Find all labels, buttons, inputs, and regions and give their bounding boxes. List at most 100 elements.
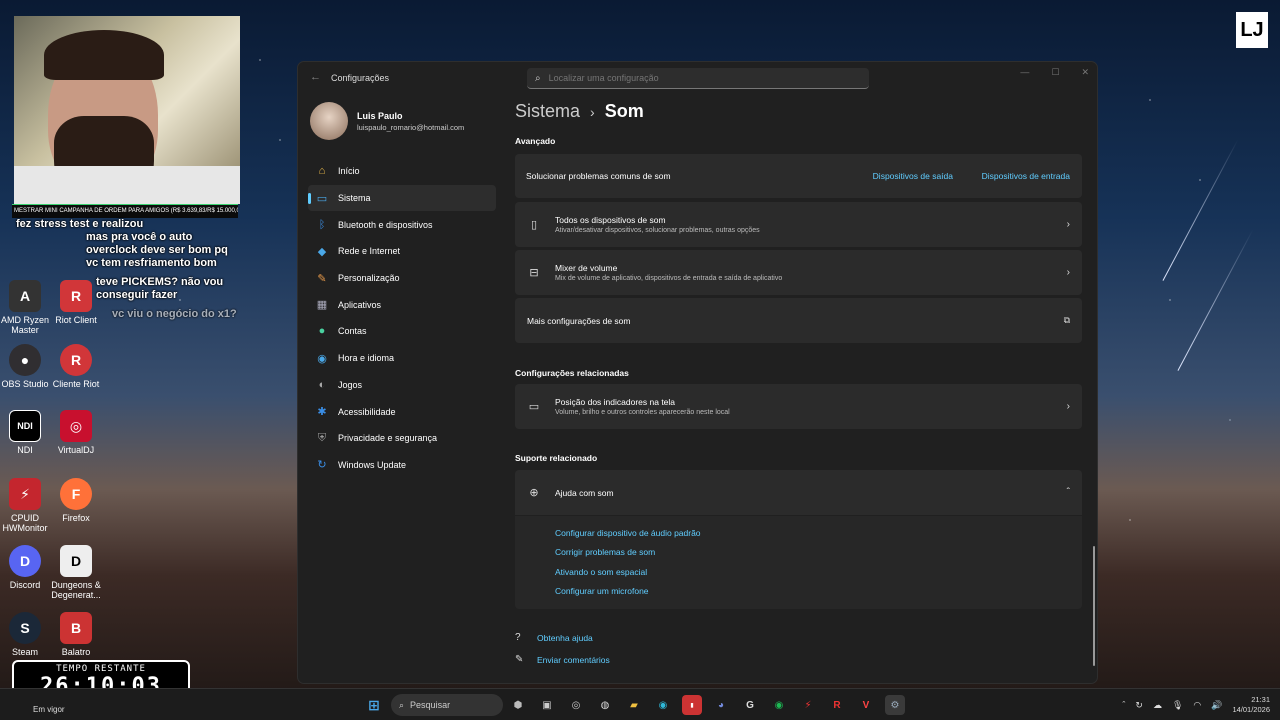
steam-icon: S	[9, 612, 41, 644]
app-icon[interactable]: ◍	[595, 695, 615, 715]
hwmonitor-icon[interactable]: ⚡	[798, 695, 818, 715]
dungeons-icon: D	[60, 545, 92, 577]
globe-icon: ⊕	[529, 487, 539, 499]
send-feedback-link[interactable]: ✎ Enviar comentários	[515, 654, 610, 665]
more-sound-settings-card[interactable]: Mais configurações de som ⧉	[515, 298, 1082, 343]
spotify-icon[interactable]: ◉	[769, 695, 789, 715]
system-tray: ˆ ↻ ☁ 🎙 ◠ 🔊 21:31 14/01/2026	[1122, 695, 1270, 715]
task-view-icon[interactable]: ▣	[537, 695, 557, 715]
sidebar-item-sistema[interactable]: ▭ Sistema	[308, 184, 496, 212]
feedback-icon: ✎	[515, 654, 524, 665]
desktop-icon-dungeons[interactable]: D Dungeons & Degenerat...	[46, 545, 106, 600]
accessibility-icon: ✱	[317, 406, 327, 419]
edge-icon[interactable]: ◉	[653, 695, 673, 715]
more-settings-label: Mais configurações de som	[527, 315, 631, 326]
taskbar-search[interactable]: ⌕ Pesquisar	[391, 694, 503, 716]
desktop-icon-balatro[interactable]: B Balatro	[46, 612, 106, 657]
sidebar-item-privacidade[interactable]: ⛨ Privacidade e segurança	[308, 425, 496, 452]
indicator-position-card[interactable]: ▭ Posição dos indicadores na tela Volume…	[515, 384, 1082, 429]
microphone-icon[interactable]: 🎙	[1172, 700, 1183, 711]
back-arrow-icon[interactable]: ←	[310, 71, 321, 83]
breadcrumb-parent[interactable]: Sistema	[515, 101, 580, 122]
all-sound-devices-card[interactable]: ▯ Todos os dispositivos de som Ativar/de…	[515, 202, 1082, 247]
riot-icon[interactable]: R	[827, 695, 847, 715]
settings-gear-icon[interactable]: ⚙	[885, 695, 905, 715]
sidebar-item-bluetooth[interactable]: ᛒ Bluetooth e dispositivos	[308, 211, 496, 238]
wifi-icon[interactable]: ◠	[1193, 700, 1201, 711]
widgets-icon[interactable]: ⬢	[508, 695, 528, 715]
file-explorer-icon[interactable]: ▰	[624, 695, 644, 715]
account-icon: ●	[318, 325, 326, 338]
help-link[interactable]: Corrigir problemas de som	[515, 543, 1082, 562]
user-profile[interactable]: Luis Paulo luispaulo_romario@hotmail.com	[310, 102, 464, 140]
sidebar-item-jogos[interactable]: ◐ Jogos	[308, 372, 496, 399]
wallpaper-meteor	[1177, 229, 1254, 371]
clock[interactable]: 21:31 14/01/2026	[1232, 695, 1270, 715]
close-icon[interactable]: ✕	[1081, 67, 1089, 78]
settings-window: ← Configurações ⌕ — ☐ ✕ Luis Paulo luisp…	[297, 61, 1098, 684]
gamepad-icon: ◐	[318, 378, 326, 391]
get-help-link[interactable]: ? Obtenha ajuda	[515, 632, 593, 643]
chevron-up-icon: ˆ	[1066, 487, 1070, 498]
wallpaper-meteor	[1162, 139, 1239, 281]
sidebar-item-hora[interactable]: ◉ Hora e idioma	[308, 345, 496, 372]
obs-icon[interactable]: ◎	[566, 695, 586, 715]
g-hub-icon[interactable]: G	[740, 695, 760, 715]
help-link[interactable]: Ativando o som espacial	[515, 563, 1082, 582]
volume-mixer-card[interactable]: ⊟ Mixer de volume Mix de volume de aplic…	[515, 250, 1082, 295]
search-input[interactable]	[548, 73, 849, 83]
volume-icon[interactable]: 🔊	[1211, 700, 1222, 711]
app-icon[interactable]: ▮	[682, 695, 702, 715]
discord-icon[interactable]: ◕	[711, 695, 731, 715]
hwmonitor-icon: ⚡	[9, 478, 41, 510]
indicator-title: Posição dos indicadores na tela	[555, 397, 676, 407]
network-icon: ◆	[317, 245, 327, 258]
section-heading-suporte: Suporte relacionado	[515, 453, 598, 463]
chevron-right-icon: ›	[1066, 401, 1070, 412]
profile-email: luispaulo_romario@hotmail.com	[357, 122, 465, 132]
taskbar-start: ⊞	[364, 695, 393, 715]
sidebar-item-rede[interactable]: ◆ Rede e Internet	[308, 238, 496, 265]
onedrive-icon[interactable]: ☁	[1153, 700, 1162, 711]
section-heading-avancado: Avançado	[515, 136, 556, 146]
maximize-icon[interactable]: ☐	[1051, 67, 1059, 78]
troubleshoot-label: Solucionar problemas comuns de som	[526, 171, 671, 181]
title-bar: ← Configurações ⌕ — ☐ ✕	[298, 62, 1097, 94]
mixer-icon: ⊟	[529, 267, 539, 279]
em-vigor-label: Em vigor	[33, 705, 65, 714]
sidebar-item-inicio[interactable]: ⌂ Início	[308, 158, 496, 185]
sidebar-item-acessibilidade[interactable]: ✱ Acessibilidade	[308, 398, 496, 425]
sidebar-item-windows-update[interactable]: ↻ Windows Update	[308, 452, 496, 479]
balatro-icon: B	[60, 612, 92, 644]
apps-icon: ▦	[316, 299, 328, 312]
sidebar-item-aplicativos[interactable]: ▦ Aplicativos	[308, 291, 496, 318]
minimize-icon[interactable]: —	[1020, 67, 1029, 78]
ndi-icon: NDI	[9, 410, 41, 442]
sound-help-card[interactable]: ⊕ Ajuda com som ˆ	[515, 470, 1082, 515]
desktop-icon-cliente-riot[interactable]: R Cliente Riot	[46, 344, 106, 389]
chat-message: vc viu o negócio do x1?	[112, 308, 237, 320]
all-devices-desc: Ativar/desativar dispositivos, soluciona…	[555, 227, 760, 234]
help-link[interactable]: Configurar dispositivo de áudio padrão	[515, 524, 1082, 543]
scrollbar[interactable]	[1093, 546, 1095, 666]
desktop-icon-firefox[interactable]: F Firefox	[46, 478, 106, 523]
chat-message: teve PICKEMS? não vou conseguir fazer	[96, 276, 224, 301]
output-devices-link[interactable]: Dispositivos de saída	[873, 171, 953, 181]
clock-date: 14/01/2026	[1232, 705, 1270, 714]
settings-search[interactable]: ⌕	[527, 68, 869, 89]
shield-icon: ⛨	[317, 431, 327, 444]
sidebar-item-personalizacao[interactable]: ✎ Personalização	[308, 265, 496, 292]
desktop-icon-virtualdj[interactable]: ◎ VirtualDJ	[46, 410, 106, 455]
stream-ticker: MESTRAR MINI CAMPANHA DE ORDEM PARA AMIG…	[12, 204, 238, 218]
sidebar-nav: ⌂ Início ▭ Sistema ᛒ Bluetooth e dispositiv…	[308, 158, 496, 478]
chevron-up-icon[interactable]: ˆ	[1122, 700, 1125, 710]
help-link[interactable]: Configurar um microfone	[515, 582, 1082, 601]
webcam-overlay	[14, 16, 240, 204]
windows-start-icon[interactable]: ⊞	[364, 695, 384, 715]
sync-icon[interactable]: ↻	[1135, 700, 1143, 711]
valorant-icon[interactable]: V	[856, 695, 876, 715]
sound-help-title: Ajuda com som	[555, 487, 614, 498]
input-devices-link[interactable]: Dispositivos de entrada	[982, 171, 1070, 181]
sidebar-item-contas[interactable]: ● Contas	[308, 318, 496, 345]
section-heading-relacionadas: Configurações relacionadas	[515, 368, 629, 378]
